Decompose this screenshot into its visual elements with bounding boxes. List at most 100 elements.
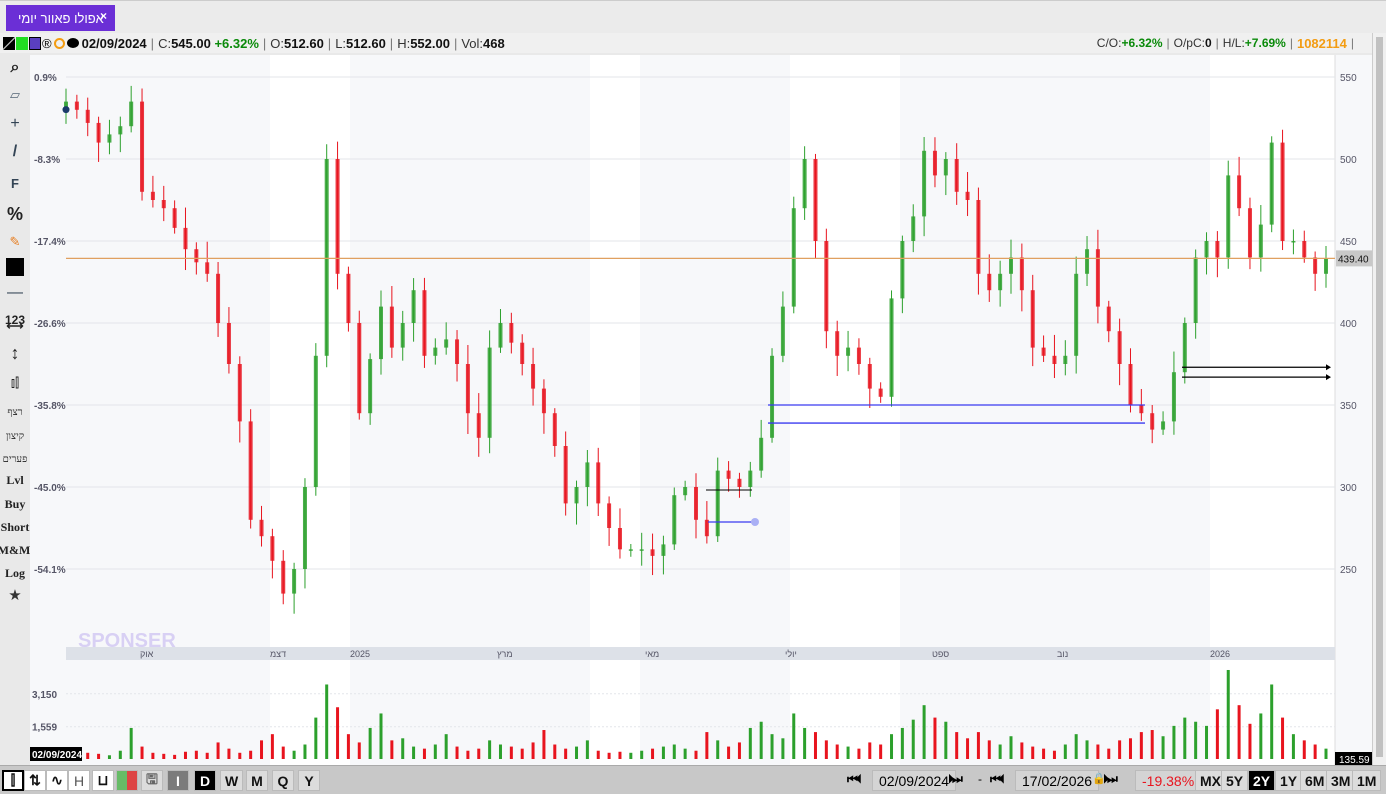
range-5y[interactable]: 5Y <box>1221 770 1249 791</box>
candles-icon[interactable]: ⫾⫿ <box>0 375 30 391</box>
candle-body <box>694 487 698 520</box>
log-button[interactable]: Log <box>0 566 30 581</box>
candle-body <box>302 487 307 569</box>
hollow-icon[interactable]: H <box>68 770 90 791</box>
range-1m[interactable]: 1M <box>1352 770 1382 791</box>
short-button[interactable]: Short <box>0 520 32 535</box>
candle-body <box>1226 175 1231 258</box>
volume-bar <box>205 752 209 759</box>
bold-line-icon[interactable]: ⊔ <box>92 770 114 791</box>
from-next-icon[interactable]: ⏵⏭ <box>948 772 963 787</box>
price-chart[interactable]: 550 0.9% 500 -8.3% 450 -17.4% 400 -26.6% 350 -35.… <box>30 55 1372 766</box>
search-icon[interactable]: ⌕ <box>0 59 30 77</box>
tools-icon[interactable] <box>3 36 15 50</box>
chart-tab[interactable]: אפולו פאוור יומי × <box>6 5 115 31</box>
opc-value: 0 <box>1204 36 1212 50</box>
color-icon[interactable] <box>0 258 30 276</box>
volume-bar <box>422 748 426 759</box>
hl-label: H/L: <box>1222 36 1245 50</box>
chart-area[interactable]: 550 0.9% 500 -8.3% 450 -17.4% 400 -26.6% 350 -35.… <box>30 55 1372 766</box>
range-1y[interactable]: 1Y <box>1275 770 1303 791</box>
to-next-icon[interactable]: ⏵⏭ <box>1103 772 1118 787</box>
edit-icon[interactable]: ✎ <box>0 234 30 250</box>
candle-body <box>770 355 775 438</box>
candle-body <box>205 262 210 274</box>
buy-button[interactable]: Buy <box>0 497 30 512</box>
excel-icon[interactable] <box>29 36 41 50</box>
lvl-button[interactable]: Lvl <box>0 473 30 488</box>
save-icon[interactable]: 🖫 <box>141 770 163 791</box>
candle-body <box>1063 355 1068 364</box>
bar-icon[interactable]: ⇅ <box>24 770 46 791</box>
fib-icon[interactable]: F <box>0 176 30 191</box>
interval-q[interactable]: Q <box>272 770 294 791</box>
volume-bar <box>173 754 177 759</box>
candle-icon[interactable]: ⫿ <box>2 770 24 791</box>
volume-bar <box>325 684 329 759</box>
range-2y[interactable]: 2Y <box>1248 770 1276 791</box>
registered-icon[interactable]: ® <box>42 36 52 51</box>
interval-d[interactable]: D <box>194 770 216 791</box>
open-label: O: <box>270 35 285 51</box>
gaps-button[interactable]: פערים <box>0 454 30 465</box>
volume-bar <box>1302 740 1306 759</box>
candle-body <box>1106 306 1111 332</box>
candle-body <box>1313 257 1318 274</box>
line-icon[interactable]: ∿ <box>46 770 68 791</box>
mm-button[interactable]: M&M <box>0 543 31 558</box>
candle-body <box>1150 413 1155 430</box>
volume-bar <box>661 746 665 759</box>
interval-y[interactable]: Y <box>298 770 320 791</box>
to-date[interactable]: 17/02/2026 <box>1015 770 1100 791</box>
to-first-icon[interactable]: ⏮⏴ <box>990 772 1005 787</box>
star-icon[interactable]: ★ <box>0 586 30 604</box>
cursor-date-label: 02/09/2024 <box>32 750 82 761</box>
volume-bar <box>1172 725 1176 759</box>
pct-tick-label: -45.0% <box>34 483 66 494</box>
colored-bars-icon[interactable] <box>116 770 138 791</box>
candle-body <box>313 355 318 487</box>
close-icon[interactable]: × <box>100 9 107 23</box>
sequence-button[interactable]: רצף <box>0 407 30 418</box>
interval-w[interactable]: W <box>220 770 244 791</box>
interval-intraday[interactable]: I <box>167 770 189 791</box>
volume-bar <box>976 732 980 759</box>
volume-bar <box>194 750 198 759</box>
vertical-icon[interactable]: ↕ <box>0 343 30 364</box>
volume-bar <box>1020 742 1024 759</box>
volume-bar <box>640 750 644 759</box>
volume-bar <box>911 719 915 759</box>
volume-bar <box>716 740 720 759</box>
volume-bar <box>1096 744 1100 759</box>
measure-icon[interactable]: 123 ⟷ <box>0 313 30 341</box>
candle-body <box>1041 347 1046 356</box>
hline-icon[interactable]: — <box>0 284 30 302</box>
eraser-icon[interactable]: ▱ <box>0 87 30 103</box>
line-icon[interactable]: / <box>0 143 30 161</box>
open-value: 512.60 <box>284 35 324 51</box>
share-icon[interactable] <box>16 36 28 50</box>
extreme-button[interactable]: קיצון <box>0 431 30 442</box>
from-date[interactable]: 02/09/2024 <box>872 770 957 791</box>
volume-bar <box>292 750 296 759</box>
volume-bar <box>803 727 807 759</box>
from-first-icon[interactable]: ⏮⏴ <box>847 772 862 787</box>
vertical-scrollbar[interactable] <box>1372 33 1386 765</box>
volume-bar <box>270 734 274 759</box>
target-icon[interactable] <box>53 37 65 49</box>
volume-bar <box>531 742 535 759</box>
candle-body <box>1204 241 1209 258</box>
volume-bar <box>1205 725 1209 759</box>
comment-icon[interactable] <box>66 38 79 48</box>
scrollbar-thumb[interactable] <box>1376 37 1383 757</box>
crosshair-icon[interactable]: + <box>0 115 30 133</box>
candle-body <box>607 503 612 528</box>
volume-bar <box>1215 709 1219 759</box>
volume-bar <box>792 713 796 759</box>
interval-m[interactable]: M <box>246 770 268 791</box>
volume-bar <box>1150 730 1154 759</box>
percent-icon[interactable]: % <box>0 204 30 225</box>
separator: | <box>1215 36 1219 50</box>
close-label: C: <box>158 35 172 51</box>
last-price-label: 439.40 <box>1338 254 1369 265</box>
